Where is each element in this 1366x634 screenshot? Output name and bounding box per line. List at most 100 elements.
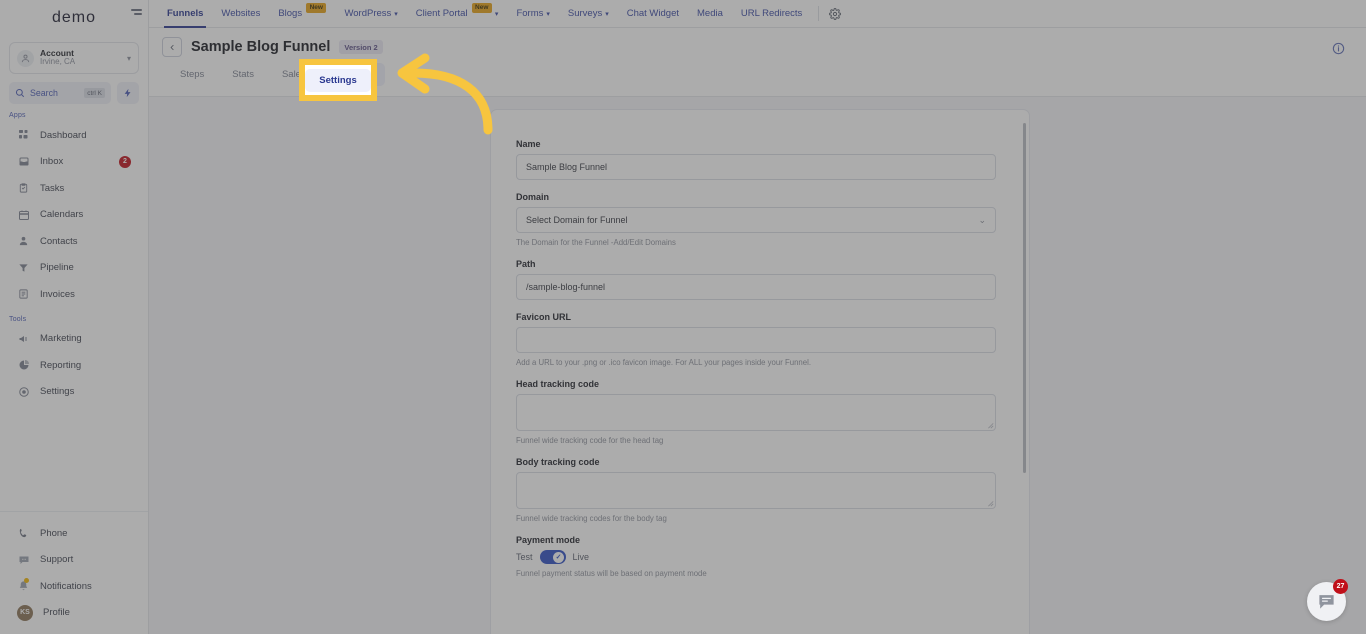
page-title: Sample Blog Funnel <box>191 39 331 55</box>
chat-widget-button[interactable]: 27 <box>1307 579 1348 621</box>
user-circle-icon <box>17 49 34 67</box>
name-input[interactable]: Sample Blog Funnel <box>516 154 996 180</box>
search-shortcut: ctrl K <box>84 88 105 98</box>
field-label: Domain <box>516 192 550 202</box>
sidebar-item-label: Phone <box>40 527 68 539</box>
search-input[interactable]: Search ctrl K <box>9 82 111 104</box>
page-header: Sample Blog Funnel Version 2 Steps Stats… <box>149 28 1366 97</box>
resize-grip-icon <box>988 423 994 429</box>
sidebar-item-label: Reporting <box>40 359 82 371</box>
body-tracking-code-textarea[interactable] <box>516 472 996 509</box>
topnav-item-forms[interactable]: Forms ▾ <box>507 0 558 28</box>
tab-steps[interactable]: Steps <box>166 63 218 86</box>
topnav-item-surveys[interactable]: Surveys ▾ <box>559 0 618 28</box>
chevron-left-icon <box>170 44 174 50</box>
inbox-badge: 2 <box>119 155 131 168</box>
sidebar-item-label: Contacts <box>40 235 78 247</box>
sidebar-item-label: Calendars <box>40 209 84 221</box>
chevron-down-icon: ▾ <box>394 10 398 18</box>
pie-chart-icon <box>17 359 30 372</box>
sidebar-item-contacts[interactable]: Contacts <box>0 228 148 255</box>
field-label: Payment mode <box>516 535 581 545</box>
topnav-item-client-portal[interactable]: Client Portal New ▾ <box>407 0 508 28</box>
back-button[interactable] <box>162 37 182 57</box>
sidebar-item-settings[interactable]: Settings <box>0 379 148 406</box>
version-badge: Version 2 <box>339 40 383 54</box>
field-label: Favicon URL <box>516 312 572 322</box>
topnav-item-media[interactable]: Media <box>688 0 732 28</box>
domain-select[interactable]: Select Domain for Funnel ⌄ <box>516 207 996 233</box>
sidebar-item-reporting[interactable]: Reporting <box>0 352 148 379</box>
topnav-label: URL Redirects <box>740 8 803 19</box>
field-hint: Funnel payment status will be based on p… <box>516 569 707 578</box>
settings-form: Name Sample Blog Funnel Domain Select Do… <box>491 110 1029 578</box>
field-label: Path <box>516 259 536 269</box>
topnav-item-funnels[interactable]: Funnels <box>158 0 212 28</box>
topnav-label: Blogs <box>278 8 303 19</box>
topnav-item-websites[interactable]: Websites <box>212 0 269 28</box>
sidebar-item-label: Invoices <box>40 288 75 300</box>
new-badge: New <box>306 2 327 13</box>
person-icon <box>17 235 30 248</box>
path-input[interactable]: /sample-blog-funnel <box>516 274 996 300</box>
topnav-label: Websites <box>221 8 261 19</box>
nav-section-label-apps: Apps <box>9 112 26 119</box>
funnel-icon <box>17 261 30 274</box>
chat-bubble-icon <box>1319 595 1334 609</box>
sidebar-item-marketing[interactable]: Marketing <box>0 326 148 353</box>
field-name: Name Sample Blog Funnel <box>516 139 1007 180</box>
domain-selected-value: Select Domain for Funnel <box>526 215 628 225</box>
topnav-item-chat-widget[interactable]: Chat Widget <box>618 0 688 28</box>
field-hint: The Domain for the Funnel -Add/Edit Doma… <box>516 238 676 247</box>
sidebar-item-notifications[interactable]: Notifications <box>0 573 148 600</box>
sidebar-item-pipeline[interactable]: Pipeline <box>0 255 148 282</box>
notification-dot <box>24 578 29 583</box>
sidebar-item-phone[interactable]: Phone <box>0 520 148 547</box>
sidebar-item-profile[interactable]: KS Profile <box>0 600 148 627</box>
new-badge: New <box>471 2 492 13</box>
chevron-down-icon: ▾ <box>546 10 550 18</box>
megaphone-icon <box>17 332 30 345</box>
panel-scrollbar[interactable] <box>1023 123 1026 473</box>
sidebar-item-support[interactable]: Support <box>0 547 148 574</box>
collapse-menu-icon[interactable] <box>131 9 143 20</box>
app-root: demo Account Irvine, CA ▾ Search ctrl K <box>0 0 1366 634</box>
chat-bubble-icon <box>17 553 30 566</box>
invoice-icon <box>17 288 30 301</box>
favicon-url-input[interactable] <box>516 327 996 353</box>
field-payment-mode: Payment mode Test ✓ Live Funnel payment … <box>516 535 1007 578</box>
calendar-icon <box>17 208 30 221</box>
account-switcher[interactable]: Account Irvine, CA ▾ <box>9 42 139 74</box>
chat-unread-badge: 27 <box>1333 579 1348 594</box>
topnav-item-url-redirects[interactable]: URL Redirects <box>732 0 811 28</box>
sidebar-item-dashboard[interactable]: Dashboard <box>0 122 148 149</box>
chevron-down-icon: ▾ <box>126 53 131 63</box>
head-tracking-code-textarea[interactable] <box>516 394 996 431</box>
settings-panel: Name Sample Blog Funnel Domain Select Do… <box>490 109 1030 634</box>
phone-icon <box>17 527 30 540</box>
topnav-item-wordpress[interactable]: WordPress ▾ <box>335 0 406 28</box>
sidebar-item-calendars[interactable]: Calendars <box>0 202 148 229</box>
payment-mode-toggle[interactable]: ✓ <box>539 550 566 564</box>
tab-settings[interactable]: Settings <box>319 63 386 86</box>
tab-sales[interactable]: Sales <box>268 63 320 86</box>
inbox-icon <box>17 155 30 168</box>
sidebar-item-label: Marketing <box>40 333 82 345</box>
topnav-label: Funnels <box>167 8 204 19</box>
quick-actions-button[interactable] <box>117 82 139 104</box>
sidebar-item-label: Tasks <box>40 182 65 194</box>
sidebar-item-tasks[interactable]: Tasks <box>0 175 148 202</box>
field-favicon-url: Favicon URL Add a URL to your .png or .i… <box>516 312 1007 367</box>
search-label: Search <box>30 88 58 98</box>
gear-icon <box>829 7 842 20</box>
topnav-settings-button[interactable] <box>826 5 844 23</box>
info-circle-icon[interactable] <box>1332 42 1345 55</box>
tab-stats[interactable]: Stats <box>218 63 268 86</box>
sidebar-item-inbox[interactable]: Inbox 2 <box>0 149 148 176</box>
sidebar-bottom: Phone Support Notifications KS Profile <box>0 511 148 634</box>
sidebar-search-row: Search ctrl K <box>9 82 139 104</box>
top-navigation: Funnels Websites Blogs New WordPress ▾ C… <box>149 0 1366 28</box>
topnav-item-blogs[interactable]: Blogs New <box>269 0 335 28</box>
sidebar-item-invoices[interactable]: Invoices <box>0 281 148 308</box>
